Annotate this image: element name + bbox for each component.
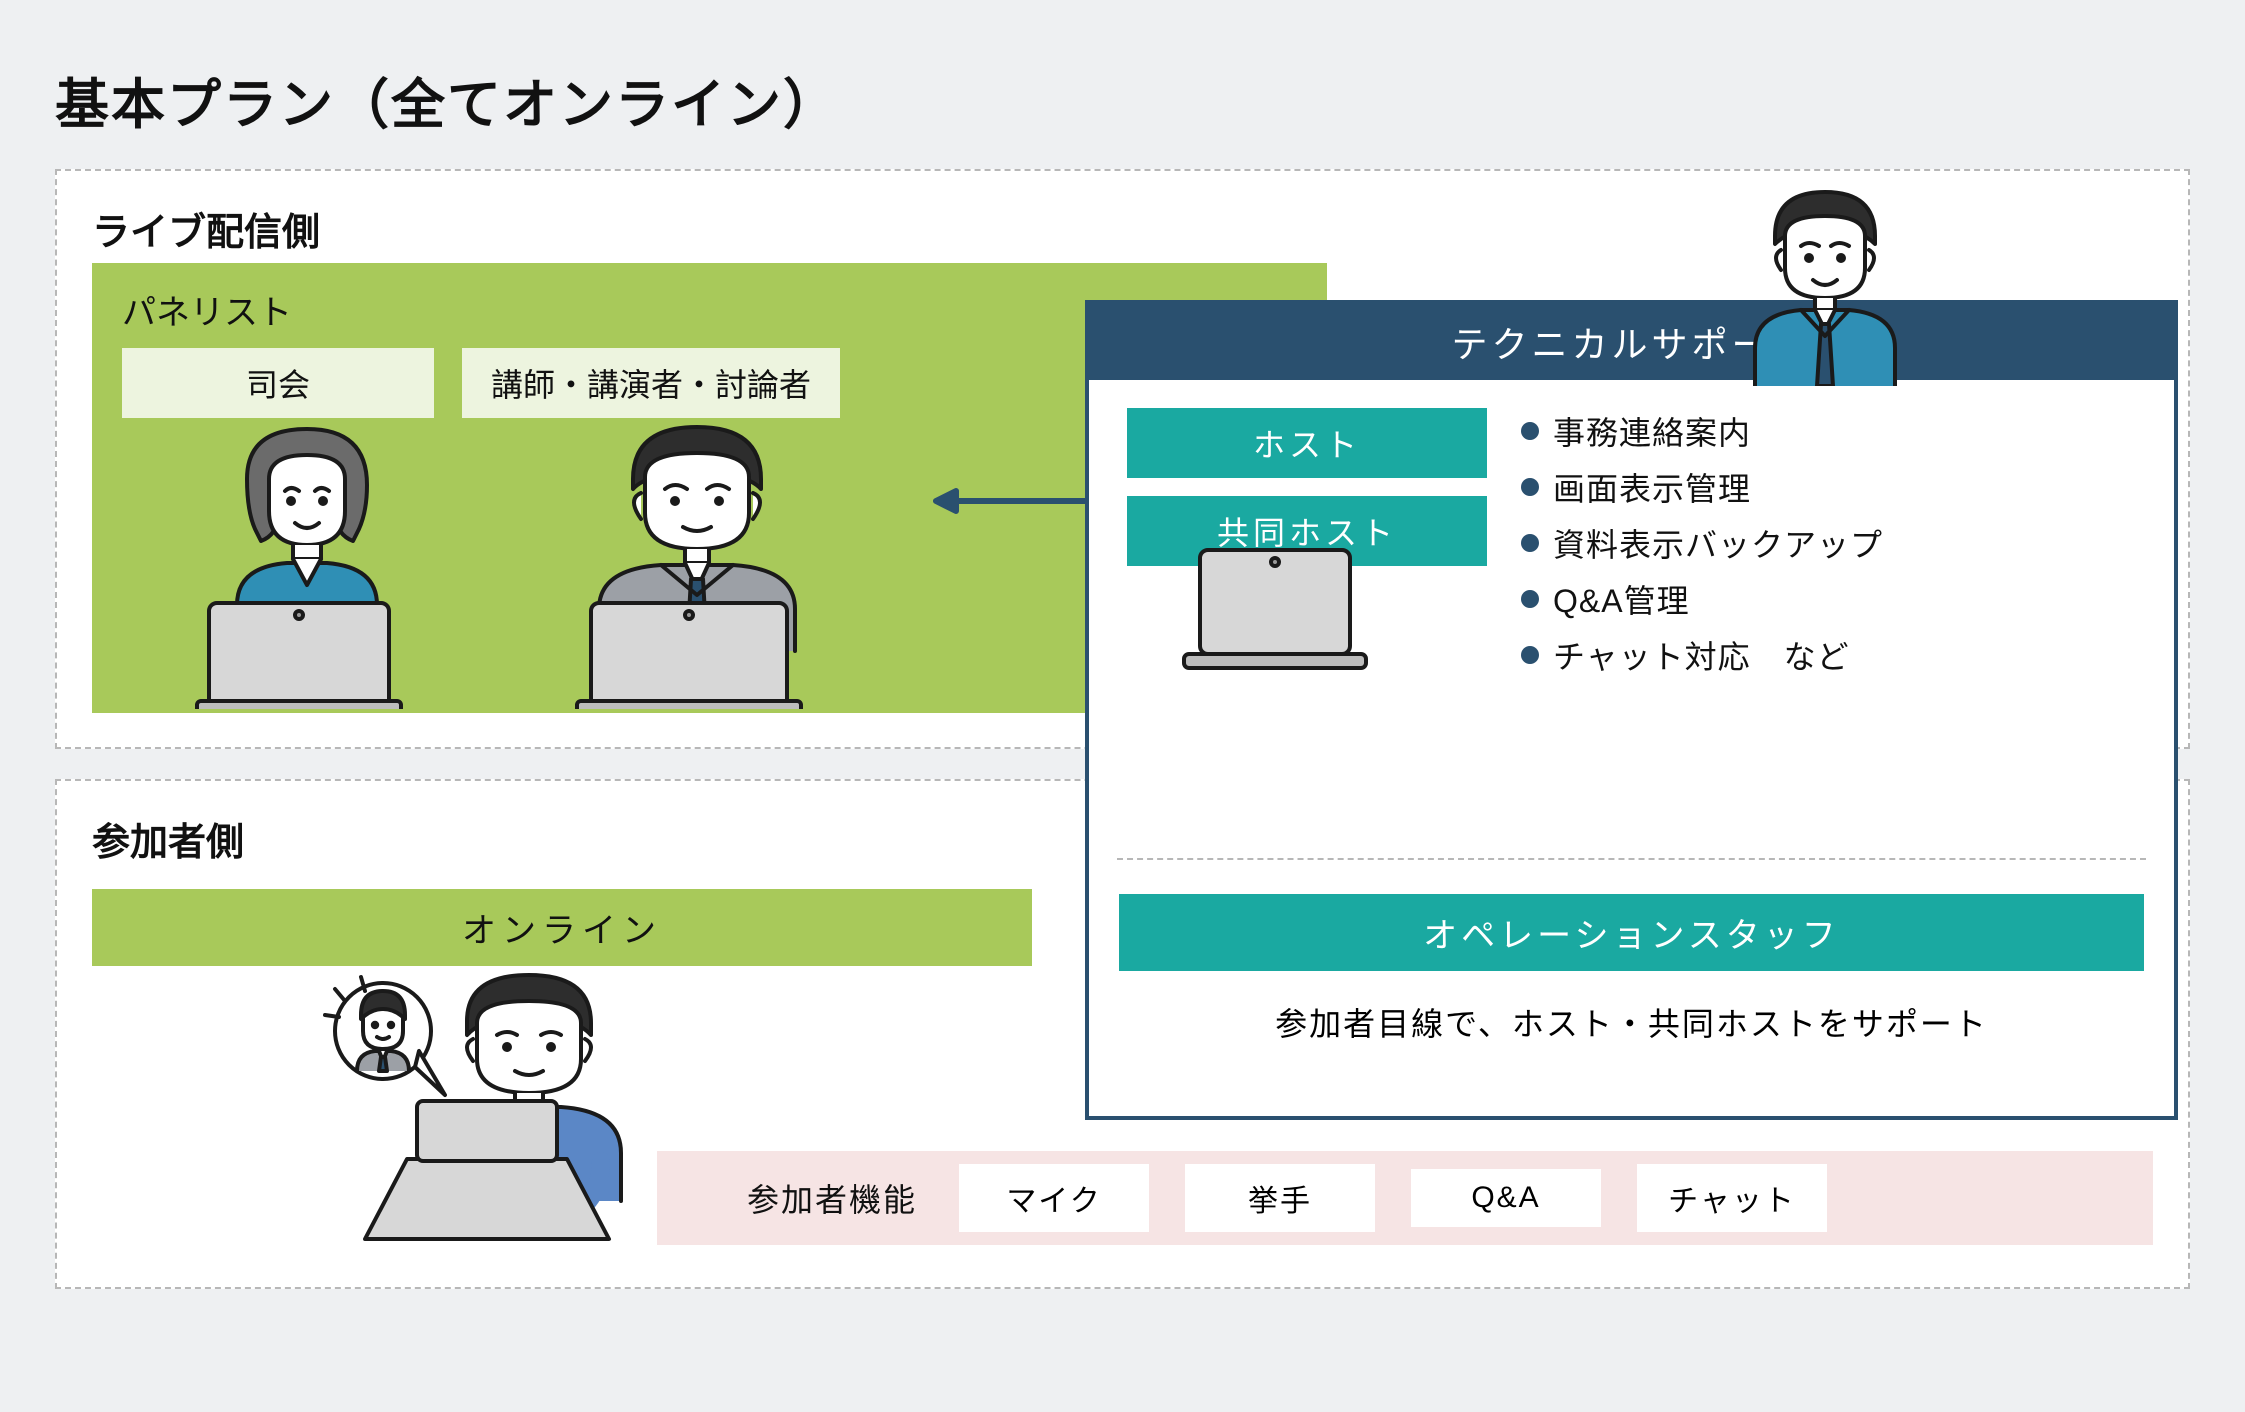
feature-label: 参加者機能 xyxy=(747,1175,917,1221)
operation-staff-chip: オペレーションスタッフ xyxy=(1119,894,2144,971)
tech-bullet-list: 事務連絡案内 画面表示管理 資料表示バックアップ Q&A管理 チャット対応 など xyxy=(1521,408,1883,688)
feature-chip-chat: チャット xyxy=(1637,1164,1827,1232)
participant-feature-bar: 参加者機能 マイク 挙手 Q&A チャット xyxy=(657,1151,2153,1245)
role-chip-speaker: 講師・講演者・討論者 xyxy=(462,348,840,418)
moderator-illustration-icon xyxy=(167,419,447,709)
tech-support-person-icon xyxy=(1735,186,1915,386)
feature-chip-qa: Q&A xyxy=(1411,1169,1601,1227)
tech-divider xyxy=(1117,858,2146,860)
technical-support-box: テクニカルサポート ホスト 共同ホスト 事務連絡案内 画面表示管理 資料表示バッ… xyxy=(1085,300,2178,1120)
tech-bullet: 画面表示管理 xyxy=(1521,464,1883,510)
participant-illustration-icon xyxy=(317,971,677,1261)
feature-chip-mic: マイク xyxy=(959,1164,1149,1232)
online-chip: オンライン xyxy=(92,889,1032,966)
tech-bullet: Q&A管理 xyxy=(1521,576,1883,622)
tech-bullet: 資料表示バックアップ xyxy=(1521,520,1883,566)
tech-laptop-icon xyxy=(1178,542,1368,682)
tech-header: テクニカルサポート xyxy=(1089,304,2174,380)
feature-chip-raisehand: 挙手 xyxy=(1185,1164,1375,1232)
tech-bullet: 事務連絡案内 xyxy=(1521,408,1883,454)
tech-bullet: チャット対応 など xyxy=(1521,632,1883,678)
speaker-illustration-icon xyxy=(537,419,857,709)
operation-staff-desc: 参加者目線で、ホスト・共同ホストをサポート xyxy=(1119,999,2144,1045)
role-chip-mc: 司会 xyxy=(122,348,434,418)
host-chip: ホスト xyxy=(1127,408,1487,478)
page-title: 基本プラン（全てオンライン） xyxy=(55,60,2190,139)
